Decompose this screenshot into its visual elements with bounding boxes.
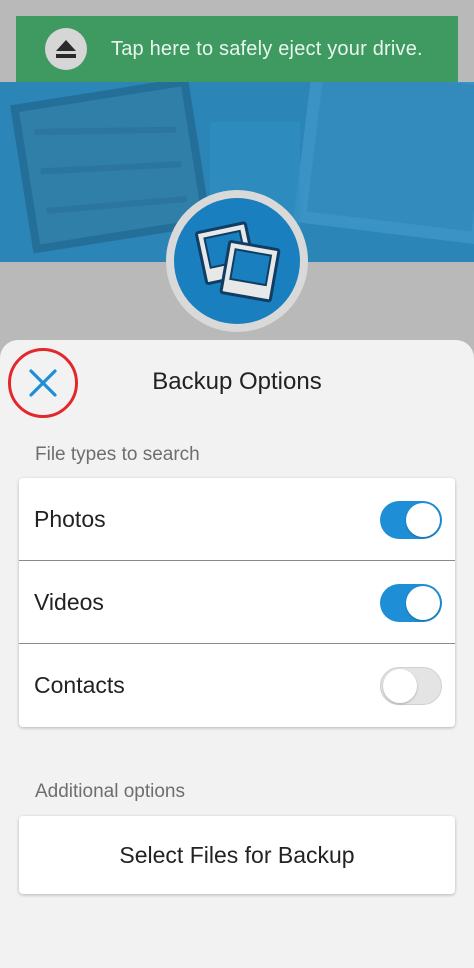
select-files-button[interactable]: Select Files for Backup	[19, 816, 455, 894]
photos-toggle[interactable]	[380, 501, 442, 539]
videos-toggle[interactable]	[380, 584, 442, 622]
sheet-title: Backup Options	[152, 368, 322, 395]
photos-icon	[166, 190, 308, 332]
videos-label: Videos	[34, 588, 104, 615]
file-types-card: Photos Videos Contacts	[19, 478, 455, 727]
photos-label: Photos	[34, 505, 106, 532]
sheet-header: Backup Options	[0, 340, 474, 426]
eject-banner[interactable]: Tap here to safely eject your drive.	[16, 16, 458, 82]
contacts-toggle[interactable]	[380, 667, 442, 705]
file-types-section-label: File types to search	[35, 444, 200, 465]
eject-icon[interactable]	[45, 28, 87, 70]
contacts-label: Contacts	[34, 672, 125, 698]
backup-options-sheet: Backup Options File types to search Phot…	[0, 340, 474, 968]
screen: Tap here to safely eject your drive. Bac…	[0, 0, 474, 968]
toggle-row-contacts[interactable]: Contacts	[19, 644, 455, 727]
select-files-label: Select Files for Backup	[119, 841, 355, 868]
toggle-row-photos[interactable]: Photos	[19, 478, 455, 561]
additional-options-section-label: Additional options	[35, 781, 185, 802]
eject-banner-text: Tap here to safely eject your drive.	[111, 37, 423, 60]
toggle-row-videos[interactable]: Videos	[19, 561, 455, 644]
